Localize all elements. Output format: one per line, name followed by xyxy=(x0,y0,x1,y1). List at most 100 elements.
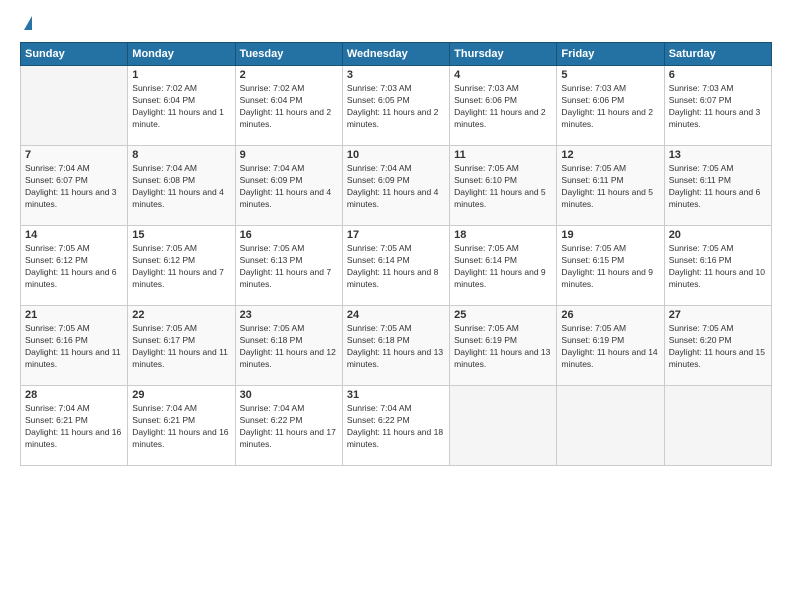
sunset-text: Sunset: 6:15 PM xyxy=(561,255,659,267)
calendar-cell: 15 Sunrise: 7:05 AM Sunset: 6:12 PM Dayl… xyxy=(128,226,235,306)
daylight-text: Daylight: 11 hours and 13 minutes. xyxy=(454,347,552,371)
sunset-text: Sunset: 6:08 PM xyxy=(132,175,230,187)
sunrise-text: Sunrise: 7:05 AM xyxy=(347,323,445,335)
day-number: 23 xyxy=(240,309,338,321)
day-info: Sunrise: 7:04 AM Sunset: 6:21 PM Dayligh… xyxy=(132,403,230,451)
sunset-text: Sunset: 6:12 PM xyxy=(25,255,123,267)
sunset-text: Sunset: 6:04 PM xyxy=(132,95,230,107)
calendar-cell: 4 Sunrise: 7:03 AM Sunset: 6:06 PM Dayli… xyxy=(450,66,557,146)
day-info: Sunrise: 7:05 AM Sunset: 6:19 PM Dayligh… xyxy=(561,323,659,371)
day-info: Sunrise: 7:04 AM Sunset: 6:08 PM Dayligh… xyxy=(132,163,230,211)
day-number: 19 xyxy=(561,229,659,241)
sunrise-text: Sunrise: 7:04 AM xyxy=(25,403,123,415)
calendar-cell xyxy=(21,66,128,146)
sunrise-text: Sunrise: 7:05 AM xyxy=(240,243,338,255)
daylight-text: Daylight: 11 hours and 16 minutes. xyxy=(25,427,123,451)
calendar-cell: 11 Sunrise: 7:05 AM Sunset: 6:10 PM Dayl… xyxy=(450,146,557,226)
daylight-text: Daylight: 11 hours and 4 minutes. xyxy=(240,187,338,211)
calendar-cell: 10 Sunrise: 7:04 AM Sunset: 6:09 PM Dayl… xyxy=(342,146,449,226)
day-number: 10 xyxy=(347,149,445,161)
day-info: Sunrise: 7:05 AM Sunset: 6:16 PM Dayligh… xyxy=(25,323,123,371)
calendar-cell: 20 Sunrise: 7:05 AM Sunset: 6:16 PM Dayl… xyxy=(664,226,771,306)
calendar-cell: 25 Sunrise: 7:05 AM Sunset: 6:19 PM Dayl… xyxy=(450,306,557,386)
sunset-text: Sunset: 6:06 PM xyxy=(454,95,552,107)
daylight-text: Daylight: 11 hours and 12 minutes. xyxy=(240,347,338,371)
day-info: Sunrise: 7:05 AM Sunset: 6:12 PM Dayligh… xyxy=(25,243,123,291)
header xyxy=(20,16,772,32)
calendar-cell: 12 Sunrise: 7:05 AM Sunset: 6:11 PM Dayl… xyxy=(557,146,664,226)
sunrise-text: Sunrise: 7:04 AM xyxy=(25,163,123,175)
daylight-text: Daylight: 11 hours and 15 minutes. xyxy=(669,347,767,371)
sunset-text: Sunset: 6:07 PM xyxy=(669,95,767,107)
day-number: 24 xyxy=(347,309,445,321)
day-number: 17 xyxy=(347,229,445,241)
sunrise-text: Sunrise: 7:05 AM xyxy=(669,323,767,335)
daylight-text: Daylight: 11 hours and 2 minutes. xyxy=(347,107,445,131)
sunrise-text: Sunrise: 7:02 AM xyxy=(240,83,338,95)
day-number: 11 xyxy=(454,149,552,161)
calendar-cell: 16 Sunrise: 7:05 AM Sunset: 6:13 PM Dayl… xyxy=(235,226,342,306)
daylight-text: Daylight: 11 hours and 5 minutes. xyxy=(561,187,659,211)
daylight-text: Daylight: 11 hours and 6 minutes. xyxy=(669,187,767,211)
sunrise-text: Sunrise: 7:05 AM xyxy=(240,323,338,335)
sunrise-text: Sunrise: 7:05 AM xyxy=(132,323,230,335)
calendar-cell: 26 Sunrise: 7:05 AM Sunset: 6:19 PM Dayl… xyxy=(557,306,664,386)
calendar-cell: 17 Sunrise: 7:05 AM Sunset: 6:14 PM Dayl… xyxy=(342,226,449,306)
weekday-header-monday: Monday xyxy=(128,43,235,66)
calendar-cell: 8 Sunrise: 7:04 AM Sunset: 6:08 PM Dayli… xyxy=(128,146,235,226)
daylight-text: Daylight: 11 hours and 11 minutes. xyxy=(25,347,123,371)
day-number: 7 xyxy=(25,149,123,161)
sunset-text: Sunset: 6:22 PM xyxy=(347,415,445,427)
day-number: 12 xyxy=(561,149,659,161)
weekday-header-sunday: Sunday xyxy=(21,43,128,66)
calendar-cell: 18 Sunrise: 7:05 AM Sunset: 6:14 PM Dayl… xyxy=(450,226,557,306)
calendar-cell: 13 Sunrise: 7:05 AM Sunset: 6:11 PM Dayl… xyxy=(664,146,771,226)
day-number: 22 xyxy=(132,309,230,321)
day-info: Sunrise: 7:03 AM Sunset: 6:07 PM Dayligh… xyxy=(669,83,767,131)
weekday-header-tuesday: Tuesday xyxy=(235,43,342,66)
calendar-cell: 9 Sunrise: 7:04 AM Sunset: 6:09 PM Dayli… xyxy=(235,146,342,226)
day-number: 6 xyxy=(669,69,767,81)
day-info: Sunrise: 7:05 AM Sunset: 6:18 PM Dayligh… xyxy=(347,323,445,371)
calendar-week-4: 21 Sunrise: 7:05 AM Sunset: 6:16 PM Dayl… xyxy=(21,306,772,386)
day-info: Sunrise: 7:02 AM Sunset: 6:04 PM Dayligh… xyxy=(240,83,338,131)
daylight-text: Daylight: 11 hours and 11 minutes. xyxy=(132,347,230,371)
day-number: 20 xyxy=(669,229,767,241)
calendar-cell: 24 Sunrise: 7:05 AM Sunset: 6:18 PM Dayl… xyxy=(342,306,449,386)
sunset-text: Sunset: 6:12 PM xyxy=(132,255,230,267)
day-info: Sunrise: 7:05 AM Sunset: 6:20 PM Dayligh… xyxy=(669,323,767,371)
calendar-cell: 19 Sunrise: 7:05 AM Sunset: 6:15 PM Dayl… xyxy=(557,226,664,306)
sunrise-text: Sunrise: 7:05 AM xyxy=(454,163,552,175)
sunset-text: Sunset: 6:19 PM xyxy=(454,335,552,347)
day-number: 3 xyxy=(347,69,445,81)
calendar-cell: 2 Sunrise: 7:02 AM Sunset: 6:04 PM Dayli… xyxy=(235,66,342,146)
calendar-cell: 23 Sunrise: 7:05 AM Sunset: 6:18 PM Dayl… xyxy=(235,306,342,386)
logo-triangle-icon xyxy=(24,16,32,30)
day-number: 5 xyxy=(561,69,659,81)
calendar-cell: 14 Sunrise: 7:05 AM Sunset: 6:12 PM Dayl… xyxy=(21,226,128,306)
sunset-text: Sunset: 6:11 PM xyxy=(669,175,767,187)
day-number: 27 xyxy=(669,309,767,321)
day-info: Sunrise: 7:05 AM Sunset: 6:11 PM Dayligh… xyxy=(669,163,767,211)
weekday-header-friday: Friday xyxy=(557,43,664,66)
daylight-text: Daylight: 11 hours and 7 minutes. xyxy=(132,267,230,291)
day-info: Sunrise: 7:05 AM Sunset: 6:19 PM Dayligh… xyxy=(454,323,552,371)
sunset-text: Sunset: 6:22 PM xyxy=(240,415,338,427)
calendar-table: SundayMondayTuesdayWednesdayThursdayFrid… xyxy=(20,42,772,466)
sunset-text: Sunset: 6:17 PM xyxy=(132,335,230,347)
day-info: Sunrise: 7:05 AM Sunset: 6:12 PM Dayligh… xyxy=(132,243,230,291)
sunrise-text: Sunrise: 7:03 AM xyxy=(669,83,767,95)
daylight-text: Daylight: 11 hours and 8 minutes. xyxy=(347,267,445,291)
sunrise-text: Sunrise: 7:05 AM xyxy=(669,243,767,255)
sunset-text: Sunset: 6:06 PM xyxy=(561,95,659,107)
day-info: Sunrise: 7:05 AM Sunset: 6:17 PM Dayligh… xyxy=(132,323,230,371)
day-number: 31 xyxy=(347,389,445,401)
day-number: 30 xyxy=(240,389,338,401)
sunset-text: Sunset: 6:07 PM xyxy=(25,175,123,187)
daylight-text: Daylight: 11 hours and 6 minutes. xyxy=(25,267,123,291)
day-number: 26 xyxy=(561,309,659,321)
sunset-text: Sunset: 6:18 PM xyxy=(347,335,445,347)
daylight-text: Daylight: 11 hours and 14 minutes. xyxy=(561,347,659,371)
sunset-text: Sunset: 6:10 PM xyxy=(454,175,552,187)
sunrise-text: Sunrise: 7:05 AM xyxy=(669,163,767,175)
